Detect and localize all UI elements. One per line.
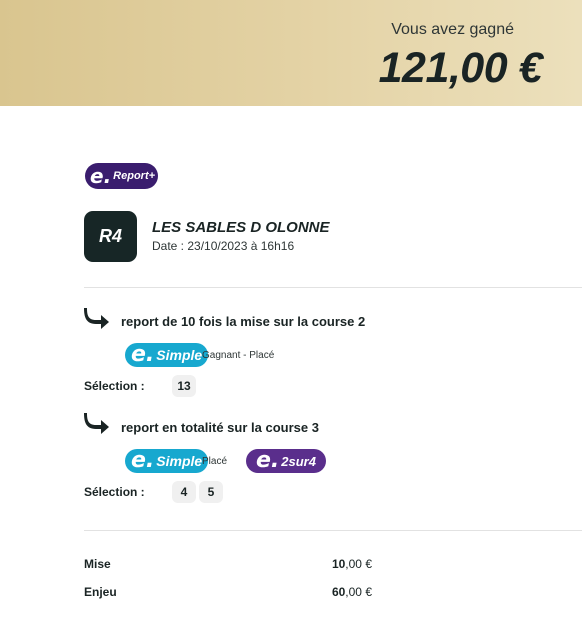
divider [84,287,582,288]
enjeu-value: 60,00 € [332,585,372,599]
race-name: LES SABLES D OLONNE [152,219,330,236]
bet-type-label: Simple [156,453,203,469]
race-date: Date : 23/10/2023 à 16h16 [152,239,295,253]
selection-chip: 13 [172,375,196,397]
race-code-tile: R4 [84,211,137,262]
mise-dec: ,00 € [345,557,372,571]
selection-chip: 5 [199,481,223,503]
selection-label: Sélection : [84,379,145,393]
e-logo-icon: e. [90,164,112,188]
turn-arrow-icon [84,308,109,329]
e-simple-badge: e. Simple [125,448,209,473]
mise-int: 10 [331,557,346,571]
step-title: report en totalité sur la course 3 [121,420,319,435]
selection-chip: 4 [172,481,196,503]
win-amount: 121,00 € [378,44,543,92]
bet-description: Placé [202,456,228,467]
e-logo-icon: e. [131,448,155,473]
e-2sur4-badge: e. 2sur4 [246,449,326,473]
bet-description: Gagnant - Placé [202,350,275,361]
report-plus-label: Report+ [113,170,156,182]
selection-label: Sélection : [84,485,145,499]
e-logo-icon: e. [256,448,280,473]
divider [84,530,582,531]
enjeu-int: 60 [331,585,346,599]
enjeu-dec: ,00 € [345,585,372,599]
e-simple-badge: e. Simple [125,342,209,367]
win-label: Vous avez gagné [391,21,514,38]
bet-type-label: 2sur4 [281,453,316,469]
e-logo-icon: e. [131,342,155,367]
turn-arrow-icon [84,413,109,434]
mise-value: 10,00 € [332,557,372,571]
report-plus-badge: e. Report+ [85,163,158,189]
mise-label: Mise [84,557,111,571]
step-title: report de 10 fois la mise sur la course … [121,314,366,329]
win-banner: Vous avez gagné 121,00 € [0,0,582,106]
enjeu-label: Enjeu [84,585,117,599]
bet-type-label: Simple [156,347,203,363]
